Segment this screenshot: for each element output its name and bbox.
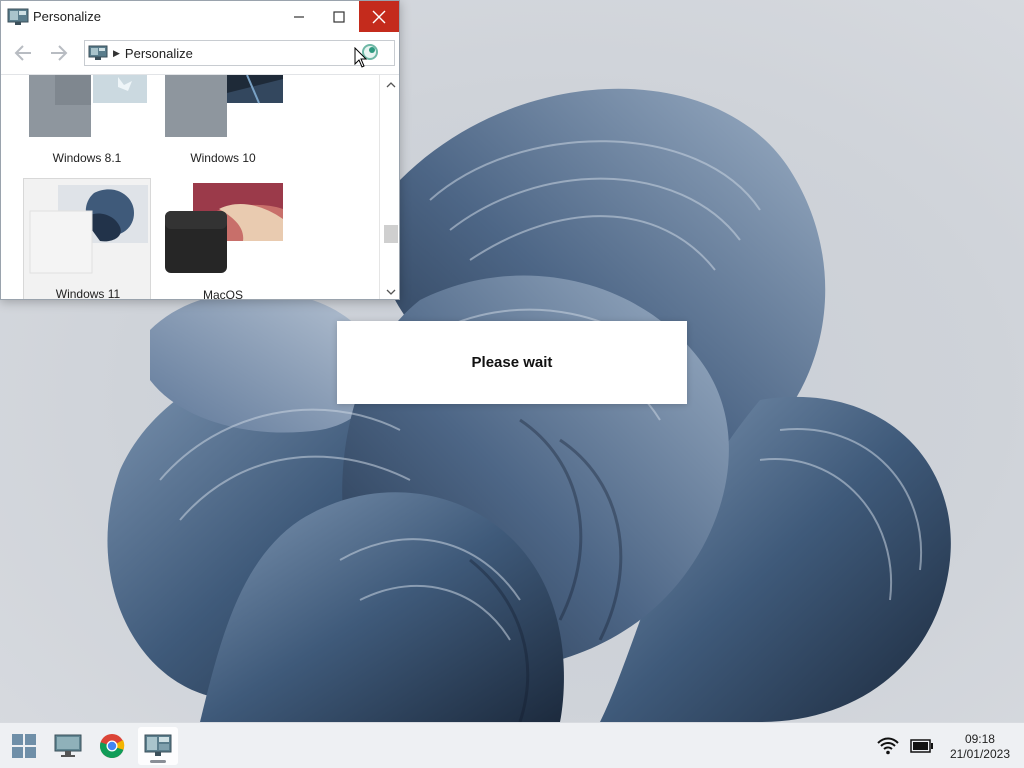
title-bar[interactable]: Personalize	[1, 1, 399, 32]
theme-label: MacOS	[202, 288, 243, 300]
theme-preview	[29, 185, 148, 274]
window-title: Personalize	[33, 9, 101, 24]
taskbar: 09:18 21/01/2023	[0, 722, 1024, 768]
minimize-icon	[294, 15, 304, 18]
personalize-location-icon	[88, 45, 108, 60]
close-icon	[372, 10, 386, 23]
personalize-app-icon	[7, 8, 29, 25]
clock-time: 09:18	[964, 732, 995, 746]
maximize-icon	[333, 10, 345, 23]
theme-scroll-area: Windows 8.1 Windows 10 Windows 11 MacOS	[1, 75, 373, 300]
chrome-icon	[99, 734, 125, 759]
active-indicator	[150, 760, 166, 763]
theme-windows-11[interactable]: Windows 11	[23, 178, 151, 300]
scroll-down-button[interactable]	[380, 284, 399, 299]
taskbar-personalize[interactable]	[138, 727, 178, 765]
theme-macos[interactable]: MacOS	[159, 179, 287, 300]
arrow-right-icon	[51, 45, 68, 61]
forward-button[interactable]	[45, 39, 73, 67]
minimize-button[interactable]	[279, 1, 319, 32]
theme-preview	[165, 183, 283, 273]
please-wait-dialog: Please wait	[337, 321, 687, 404]
arrow-left-icon	[14, 45, 31, 61]
scroll-up-button[interactable]	[380, 77, 399, 93]
wifi-icon[interactable]	[876, 737, 900, 755]
personalize-window: Personalize ▶ Personalize Windows 8.1 Wi…	[0, 0, 400, 300]
theme-preview	[29, 75, 147, 137]
breadcrumb-location[interactable]: Personalize	[125, 46, 193, 61]
start-button[interactable]	[4, 727, 44, 765]
theme-windows-8-1[interactable]: Windows 8.1	[23, 75, 151, 169]
scrollbar-thumb[interactable]	[384, 225, 398, 243]
back-button[interactable]	[9, 39, 37, 67]
close-button[interactable]	[359, 1, 399, 32]
breadcrumb-chevron-icon[interactable]: ▶	[113, 48, 120, 59]
chevron-up-icon	[386, 82, 396, 88]
theme-label: Windows 10	[190, 151, 256, 165]
address-bar[interactable]: ▶ Personalize	[84, 40, 395, 66]
theme-list: Windows 8.1 Windows 10 Windows 11 MacOS	[1, 74, 399, 300]
this-pc-icon	[54, 734, 82, 757]
theme-label: Windows 8.1	[52, 151, 122, 165]
dialog-message: Please wait	[471, 354, 553, 371]
battery-icon[interactable]	[910, 739, 934, 753]
personalize-icon	[144, 734, 172, 756]
theme-preview	[165, 75, 283, 137]
taskbar-this-pc[interactable]	[48, 727, 88, 765]
tray-clock[interactable]: 09:18 21/01/2023	[950, 732, 1010, 762]
mouse-pointer-icon	[354, 47, 368, 68]
maximize-button[interactable]	[319, 1, 359, 32]
navigation-bar: ▶ Personalize	[1, 32, 399, 74]
vertical-scrollbar[interactable]	[379, 75, 399, 299]
taskbar-chrome[interactable]	[92, 727, 132, 765]
clock-date: 21/01/2023	[949, 747, 1010, 761]
theme-windows-10[interactable]: Windows 10	[159, 75, 287, 169]
theme-label: Windows 11	[55, 287, 121, 300]
system-tray	[876, 723, 934, 768]
start-icon	[12, 734, 36, 758]
chevron-down-icon	[386, 289, 396, 295]
